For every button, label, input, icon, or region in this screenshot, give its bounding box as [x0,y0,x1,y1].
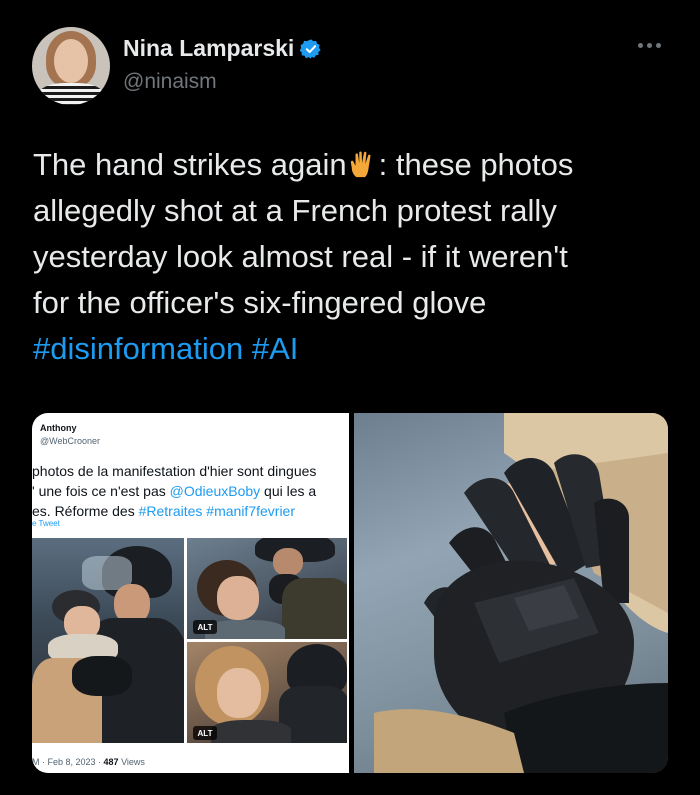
media-grid[interactable]: Anthony @WebCrooner photos de la manifes… [32,413,668,773]
author-row: Nina Lamparski [123,35,322,62]
embedded-footer: M · Feb 8, 2023 · 487 Views [32,757,145,767]
embedded-text-segment: qui les a [260,483,317,499]
embedded-author: Anthony [40,423,77,433]
embedded-text-line: photos de la manifestation d'hier sont d… [32,463,317,479]
embedded-views-count: 487 [103,757,119,767]
embedded-text-segment: ' une fois ce n'est pas [32,483,170,499]
tweet-text-line: yesterday look almost real - if it weren… [33,239,568,274]
display-name[interactable]: Nina Lamparski [123,35,294,62]
embedded-text: photos de la manifestation d'hier sont d… [32,461,349,521]
more-horizontal-icon[interactable] [638,37,668,53]
protest-photo-2: ALT [187,538,347,639]
verified-badge-icon [300,38,321,59]
alt-badge: ALT [193,726,217,740]
tweet-text-line: for the officer's six-fingered glove [33,285,487,320]
avatar[interactable] [32,27,110,105]
tweet-text: The hand strikes again : these photos al… [33,142,683,372]
glove-illustration [374,413,668,773]
glove-closeup-photo[interactable] [354,413,668,773]
embedded-tweet-screenshot[interactable]: Anthony @WebCrooner photos de la manifes… [32,413,349,773]
tweet: Nina Lamparski @ninaism The hand strikes… [0,0,700,795]
embedded-views-label: Views [118,757,145,767]
embedded-footer-date: M · Feb 8, 2023 · [32,757,104,767]
hashtag-link[interactable]: #AI [252,331,299,366]
author-handle[interactable]: @ninaism [123,70,217,94]
embedded-handle: @WebCrooner [40,436,100,446]
protest-photo-3: ALT [187,642,347,743]
embedded-hashtags: #Retraites #manif7fevrier [138,503,296,519]
hashtag-link[interactable]: #disinformation [33,331,243,366]
tweet-text-segment: : these photos [378,147,574,182]
vulcan-salute-hand-icon [350,151,371,178]
embedded-mention: @OdieuxBoby [169,483,261,499]
alt-badge: ALT [193,620,217,634]
embedded-text-segment: es. Réforme des [32,503,139,519]
embedded-translate-link: e Tweet [32,519,60,528]
protest-photo-1 [32,538,184,743]
tweet-text-segment: The hand strikes again [33,147,347,182]
tweet-text-line: allegedly shot at a French protest rally [33,193,557,228]
